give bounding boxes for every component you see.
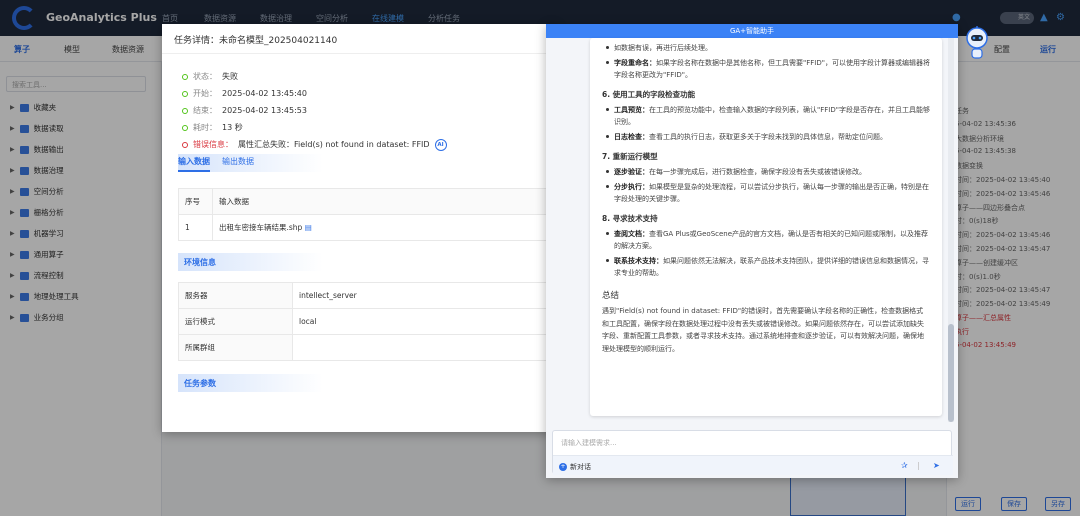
status-dot-icon	[182, 107, 188, 114]
chat-input-area[interactable]: 请输入建模需求... + 新对话 ✰ | ➤	[552, 430, 953, 475]
message-bullet: 分步执行：如果模型是复杂的处理流程，可以尝试分步执行，确认每一步骤的输出是否正确…	[606, 183, 929, 203]
message-bullet: 查阅文档：查看GA Plus或GeoScene产品的官方文档，确认是否有相关的已…	[606, 230, 929, 250]
assistant-message: 如数据有误，再进行后续处理。 字段重命名：如果字段名称在数据中是其他名称，但工具…	[590, 38, 942, 416]
table-header-row: 序号 输入数据	[178, 188, 558, 215]
file-preview-icon[interactable]: ▤	[305, 223, 312, 232]
table-cell: 出租车密接车辆结果.shp ▤	[212, 214, 558, 241]
end-row: 结束： 2025-04-02 13:45:53	[182, 102, 447, 119]
status-row: 状态： 失败	[182, 68, 447, 85]
message-section: 8. 寻求技术支持	[602, 214, 658, 223]
error-row: 错误信息： 属性汇总失败：Field(s) not found in datase…	[182, 136, 447, 153]
start-row: 开始： 2025-04-02 13:45:40	[182, 85, 447, 102]
column-header: 序号	[178, 188, 213, 215]
params-section-title: 任务参数	[184, 379, 216, 388]
table-row: 1 出租车密接车辆结果.shp ▤	[178, 214, 558, 241]
chat-input[interactable]: 请输入建模需求...	[561, 438, 617, 448]
table-row: 运行模式 local	[178, 308, 558, 335]
new-chat-button[interactable]: + 新对话	[559, 462, 591, 472]
summary-title: 总结	[602, 291, 620, 301]
task-detail-modal: 任务详情：未命名模型_202504021140 状态： 失败 开始： 2025-04…	[162, 24, 558, 432]
message-line: 如数据有误，再进行后续处理。	[606, 42, 930, 54]
plus-icon: +	[559, 463, 567, 471]
divider: |	[917, 461, 920, 470]
assistant-title: GA+智能助手	[546, 24, 958, 38]
message-bullet: 联系技术支持：如果问题依然无法解决，联系产品技术支持团队，提供详细的错误信息和数…	[606, 257, 929, 277]
chat-input-footer: + 新对话 ✰ | ➤	[553, 455, 953, 475]
status-dot-icon	[182, 124, 188, 131]
ai-assistant-panel: GA+智能助手 如数据有误，再进行后续处理。 字段重命名：如果字段名称在数据中是…	[546, 24, 958, 478]
chat-scrollbar-thumb[interactable]	[948, 324, 954, 422]
error-dot-icon	[182, 141, 188, 148]
status-dot-icon	[182, 90, 188, 97]
summary-text: 遇到"Field(s) not found in dataset: FFID"的…	[602, 307, 924, 353]
duration-row: 耗时： 13 秒	[182, 119, 447, 136]
message-section: 7. 重新运行模型	[602, 152, 658, 161]
tab-input-data[interactable]: 输入数据	[178, 156, 210, 172]
message-section: 6. 使用工具的字段检查功能	[602, 90, 696, 99]
env-section-title: 环境信息	[184, 258, 216, 267]
assistant-robot-icon[interactable]	[962, 24, 992, 62]
input-data-table: 序号 输入数据 1 出租车密接车辆结果.shp ▤	[178, 188, 558, 241]
table-cell: 1	[178, 214, 213, 241]
message-bullet: 日志检查：查看工具的执行日志，获取更多关于字段未找到的具体信息，帮助定位问题。	[606, 131, 930, 143]
message-bullet: 工具预览：在工具的预览功能中，检查输入数据的字段列表，确认"FFID"字段是否存…	[606, 106, 930, 126]
message-bullet: 逐步验证：在每一步骤完成后，进行数据检查，确保字段没有丢失或被错误修改。	[606, 166, 930, 178]
message-bullet: 字段重命名：如果字段名称在数据中是其他名称，但工具需要"FFID"，可以使用字段…	[606, 59, 930, 79]
send-icon[interactable]: ➤	[933, 461, 940, 470]
share-icon[interactable]: ✰	[901, 461, 908, 470]
table-row: 所属群组	[178, 334, 558, 361]
tab-output-data[interactable]: 输出数据	[222, 156, 254, 172]
status-dot-icon	[182, 73, 188, 80]
column-header: 输入数据	[212, 188, 558, 215]
env-info-table: 服务器 intellect_server 运行模式 local 所属群组	[178, 282, 558, 361]
io-tabs: 输入数据 输出数据	[178, 156, 254, 172]
ai-assist-button[interactable]: AI	[434, 138, 447, 151]
task-status-list: 状态： 失败 开始： 2025-04-02 13:45:40 结束： 2025-04-…	[182, 68, 447, 153]
table-row: 服务器 intellect_server	[178, 282, 558, 309]
modal-title: 任务详情：未命名模型_202504021140	[162, 24, 557, 54]
